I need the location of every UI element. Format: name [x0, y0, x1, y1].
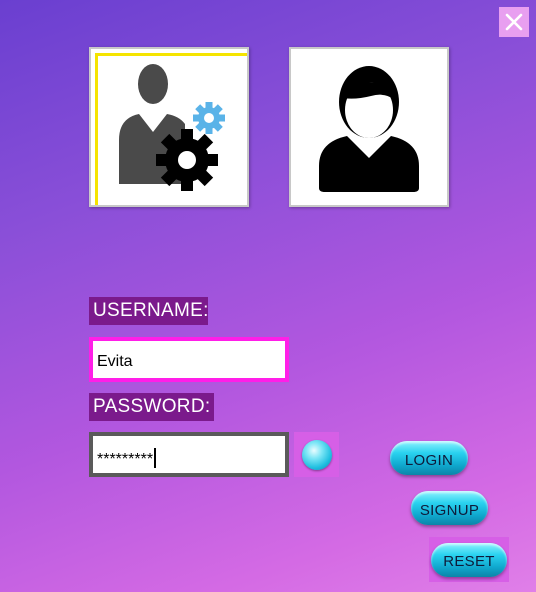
close-icon — [505, 13, 523, 31]
password-value: ********* — [97, 451, 154, 468]
eye-orb-icon — [301, 439, 332, 470]
username-value: Evita — [97, 353, 133, 370]
reset-button-frame: RESET — [429, 537, 509, 582]
username-input[interactable]: Evita — [89, 337, 289, 382]
username-label: USERNAME: — [89, 297, 208, 325]
show-password-button[interactable] — [294, 432, 339, 477]
role-admin-card[interactable] — [89, 47, 249, 207]
password-input[interactable]: ********* — [89, 432, 289, 477]
password-label: PASSWORD: — [89, 393, 214, 421]
signup-button[interactable]: SIGNUP — [411, 491, 488, 525]
admin-gear-icon — [119, 64, 225, 191]
close-button[interactable] — [499, 7, 529, 37]
role-user-card[interactable] — [289, 47, 449, 207]
reset-button[interactable]: RESET — [431, 542, 507, 577]
text-caret — [154, 448, 157, 468]
login-button[interactable]: LOGIN — [390, 441, 468, 475]
user-avatar-icon — [319, 66, 419, 192]
